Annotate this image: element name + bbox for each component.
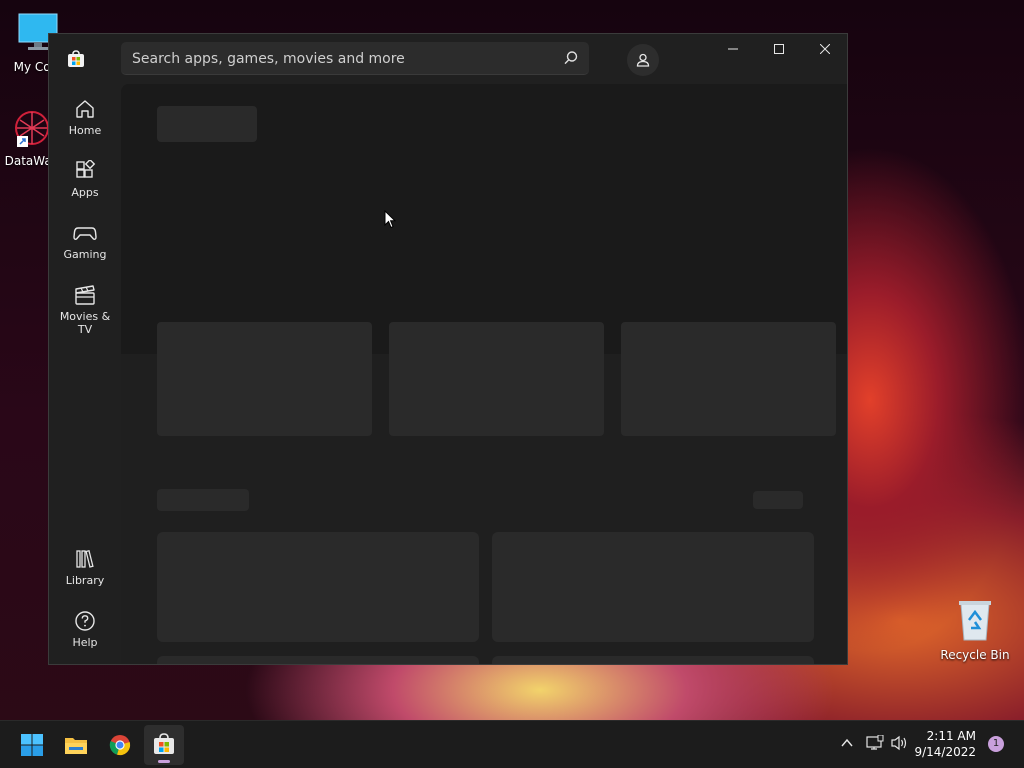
close-icon <box>820 44 830 54</box>
sidebar-item-label: Home <box>68 124 102 137</box>
recycle-bin-icon <box>937 598 1013 645</box>
gamepad-icon <box>73 227 97 240</box>
folder-icon <box>65 738 87 754</box>
home-icon <box>76 100 94 118</box>
sidebar-item-label: Library <box>65 574 105 587</box>
show-hidden-icons-button[interactable] <box>840 735 854 754</box>
microsoft-store-icon <box>67 50 85 68</box>
card-placeholder <box>157 532 479 642</box>
maximize-button[interactable] <box>756 34 802 66</box>
apps-icon <box>76 160 96 178</box>
sidebar-item-gaming[interactable]: Gaming <box>53 214 117 270</box>
sidebar-item-apps[interactable]: Apps <box>53 152 117 208</box>
network-icon <box>866 734 884 750</box>
volume-icon <box>891 735 907 751</box>
clapperboard-icon <box>75 285 95 305</box>
windows-logo-icon <box>21 734 43 756</box>
content-loading-area <box>121 84 847 664</box>
minimize-icon <box>728 48 738 50</box>
store-icon <box>154 733 174 754</box>
chrome-button[interactable] <box>100 725 140 765</box>
help-icon <box>75 611 95 631</box>
store-window: Home Apps Gaming Movies & TV Library Hel… <box>48 33 848 665</box>
see-all-placeholder <box>753 491 803 509</box>
sidebar-item-label: Gaming <box>63 248 107 261</box>
search-input[interactable] <box>121 42 554 75</box>
tile-placeholder <box>389 322 604 436</box>
microsoft-store-taskbar-button[interactable] <box>144 725 184 765</box>
clock-date: 9/14/2022 <box>914 745 976 759</box>
chevron-up-icon <box>841 738 853 747</box>
tile-placeholder <box>621 322 836 436</box>
close-button[interactable] <box>802 34 847 66</box>
mouse-cursor-icon <box>384 210 396 229</box>
section-title-placeholder <box>157 489 249 511</box>
volume-button[interactable] <box>891 735 909 755</box>
tile-placeholder <box>157 322 372 436</box>
taskbar: 2:11 AM 9/14/2022 <box>0 720 1024 768</box>
file-explorer-button[interactable] <box>56 725 96 765</box>
notification-badge[interactable]: 1 <box>988 736 1004 752</box>
card-placeholder <box>492 532 814 642</box>
active-app-indicator <box>158 760 170 763</box>
nav-sidebar: Home Apps Gaming Movies & TV Library Hel… <box>49 84 121 664</box>
desktop-icon-label: Recycle Bin <box>940 648 1010 662</box>
sidebar-item-help[interactable]: Help <box>53 602 117 658</box>
account-button[interactable] <box>627 44 659 76</box>
sidebar-item-movies-tv[interactable]: Movies & TV <box>53 276 117 336</box>
hero-title-placeholder <box>157 106 257 142</box>
person-icon <box>636 53 650 67</box>
card-placeholder <box>492 656 814 664</box>
clock-time: 2:11 AM <box>926 729 976 743</box>
sidebar-item-label: Movies & TV <box>59 310 111 336</box>
desktop-icon-recycle-bin[interactable]: Recycle Bin <box>937 598 1013 662</box>
sidebar-item-home[interactable]: Home <box>53 90 117 146</box>
sidebar-item-label: Apps <box>71 186 99 199</box>
search-icon[interactable] <box>563 50 579 66</box>
clock-button[interactable]: 2:11 AM 9/14/2022 <box>914 728 976 760</box>
maximize-icon <box>774 44 784 54</box>
library-icon <box>76 549 94 568</box>
sidebar-item-label: Help <box>72 636 98 649</box>
card-placeholder <box>157 656 479 664</box>
title-bar[interactable] <box>49 34 847 84</box>
minimize-button[interactable] <box>710 34 756 66</box>
start-button[interactable] <box>12 725 52 765</box>
chrome-icon <box>109 735 131 756</box>
search-box[interactable] <box>121 42 589 75</box>
network-button[interactable] <box>866 734 884 755</box>
sidebar-item-library[interactable]: Library <box>53 540 117 596</box>
